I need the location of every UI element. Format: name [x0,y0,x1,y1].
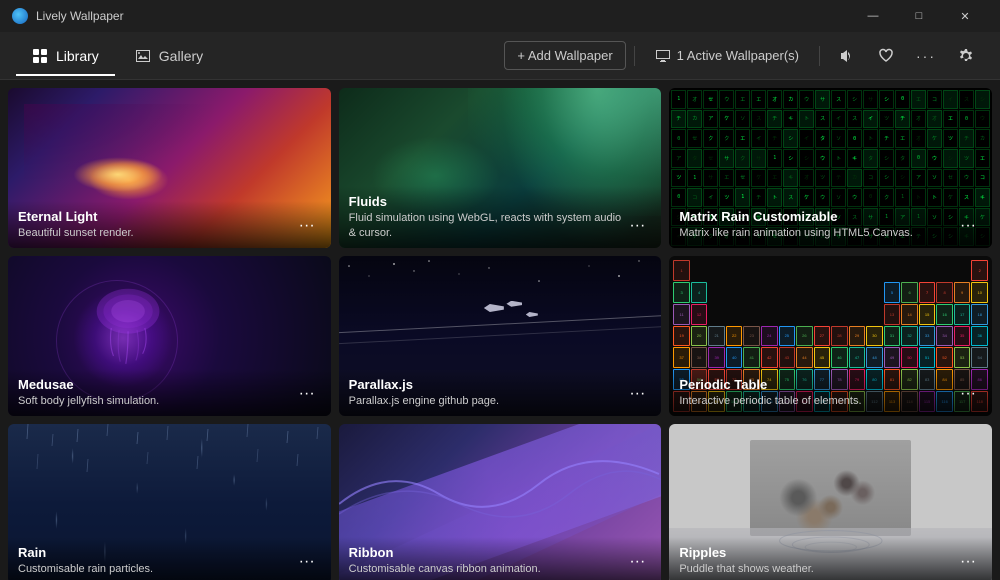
card-menu-matrix-rain[interactable]: ··· [954,212,982,240]
monitor-icon [655,48,671,64]
wallpaper-grid: Eternal Light Beautiful sunset render. ·… [8,88,992,580]
more-icon: ··· [916,48,936,64]
wallpaper-card-periodic-table[interactable]: 1234567891011121314151617181920212223242… [669,256,992,416]
card-info-rain: Rain Customisable rain particles. ··· [8,537,331,580]
settings-button[interactable] [948,38,984,74]
more-options-button[interactable]: ··· [908,38,944,74]
card-menu-rain[interactable]: ··· [293,548,321,576]
card-desc-eternal-light: Beautiful sunset render. [18,226,293,240]
card-desc-ripples: Puddle that shows weather. [679,562,954,576]
toolbar-nav: Library Gallery [16,42,496,70]
card-title-rain: Rain [18,545,293,560]
minimize-button[interactable]: — [850,0,896,32]
card-desc-fluids: Fluid simulation using WebGL, reacts wit… [349,211,624,240]
favorites-button[interactable] [868,38,904,74]
card-menu-parallax[interactable]: ··· [623,380,651,408]
window-controls: — □ ✕ [850,0,988,32]
card-desc-parallax: Parallax.js engine github page. [349,394,624,408]
library-icon [32,48,48,64]
app-title: Lively Wallpaper [36,9,124,23]
card-info-medusae: Medusae Soft body jellyfish simulation. … [8,369,331,416]
wallpaper-card-ribbon[interactable]: Ribbon Customisable canvas ribbon animat… [339,424,662,580]
card-info-ribbon: Ribbon Customisable canvas ribbon animat… [339,537,662,580]
card-menu-ribbon[interactable]: ··· [623,548,651,576]
card-info-periodic-table: Periodic Table Interactive periodic tabl… [669,369,992,416]
card-title-eternal-light: Eternal Light [18,209,293,224]
card-info-fluids: Fluids Fluid simulation using WebGL, rea… [339,186,662,248]
card-info-matrix-rain: Matrix Rain Customizable Matrix like rai… [669,201,992,248]
toolbar-actions: + Add Wallpaper 1 Active Wallpaper(s) ··… [504,38,984,74]
card-title-fluids: Fluids [349,194,624,209]
card-desc-periodic-table: Interactive periodic table of elements. [679,394,954,408]
card-title-ribbon: Ribbon [349,545,624,560]
maximize-button[interactable]: □ [896,0,942,32]
card-info-ripples: Ripples Puddle that shows weather. ··· [669,537,992,580]
close-button[interactable]: ✕ [942,0,988,32]
gallery-nav-button[interactable]: Gallery [119,42,219,70]
divider-1 [634,46,635,66]
main-content[interactable]: Eternal Light Beautiful sunset render. ·… [0,80,1000,580]
active-wallpapers-button[interactable]: 1 Active Wallpaper(s) [643,42,811,70]
title-bar: Lively Wallpaper — □ ✕ [0,0,1000,32]
wallpaper-card-rain[interactable]: Rain Customisable rain particles. ··· [8,424,331,580]
divider-2 [819,46,820,66]
card-menu-periodic-table[interactable]: ··· [954,380,982,408]
card-menu-fluids[interactable]: ··· [623,212,651,240]
card-menu-medusae[interactable]: ··· [293,380,321,408]
wallpaper-card-ripples[interactable]: Ripples Puddle that shows weather. ··· [669,424,992,580]
wallpaper-card-fluids[interactable]: Fluids Fluid simulation using WebGL, rea… [339,88,662,248]
add-wallpaper-button[interactable]: + Add Wallpaper [504,41,625,70]
settings-icon [958,48,974,64]
card-title-periodic-table: Periodic Table [679,377,954,392]
library-nav-button[interactable]: Library [16,42,115,70]
gallery-icon [135,48,151,64]
card-desc-medusae: Soft body jellyfish simulation. [18,394,293,408]
card-title-matrix-rain: Matrix Rain Customizable [679,209,954,224]
wallpaper-card-parallax[interactable]: Parallax.js Parallax.js engine github pa… [339,256,662,416]
card-title-medusae: Medusae [18,377,293,392]
audio-icon [838,48,854,64]
title-bar-left: Lively Wallpaper [12,8,124,24]
wallpaper-card-eternal-light[interactable]: Eternal Light Beautiful sunset render. ·… [8,88,331,248]
wallpaper-card-medusae[interactable]: Medusae Soft body jellyfish simulation. … [8,256,331,416]
card-desc-rain: Customisable rain particles. [18,562,293,576]
card-menu-eternal-light[interactable]: ··· [293,212,321,240]
card-title-ripples: Ripples [679,545,954,560]
card-menu-ripples[interactable]: ··· [954,548,982,576]
card-desc-matrix-rain: Matrix like rain animation using HTML5 C… [679,226,954,240]
heart-icon [878,48,894,64]
card-title-parallax: Parallax.js [349,377,624,392]
card-desc-ribbon: Customisable canvas ribbon animation. [349,562,624,576]
card-info-eternal-light: Eternal Light Beautiful sunset render. ·… [8,201,331,248]
wallpaper-card-matrix-rain[interactable]: // Generate matrix cells document.addEve… [669,88,992,248]
audio-button[interactable] [828,38,864,74]
jellyfish-svg [40,272,250,384]
toolbar: Library Gallery + Add Wallpaper 1 Active… [0,32,1000,80]
app-icon [12,8,28,24]
card-info-parallax: Parallax.js Parallax.js engine github pa… [339,369,662,416]
